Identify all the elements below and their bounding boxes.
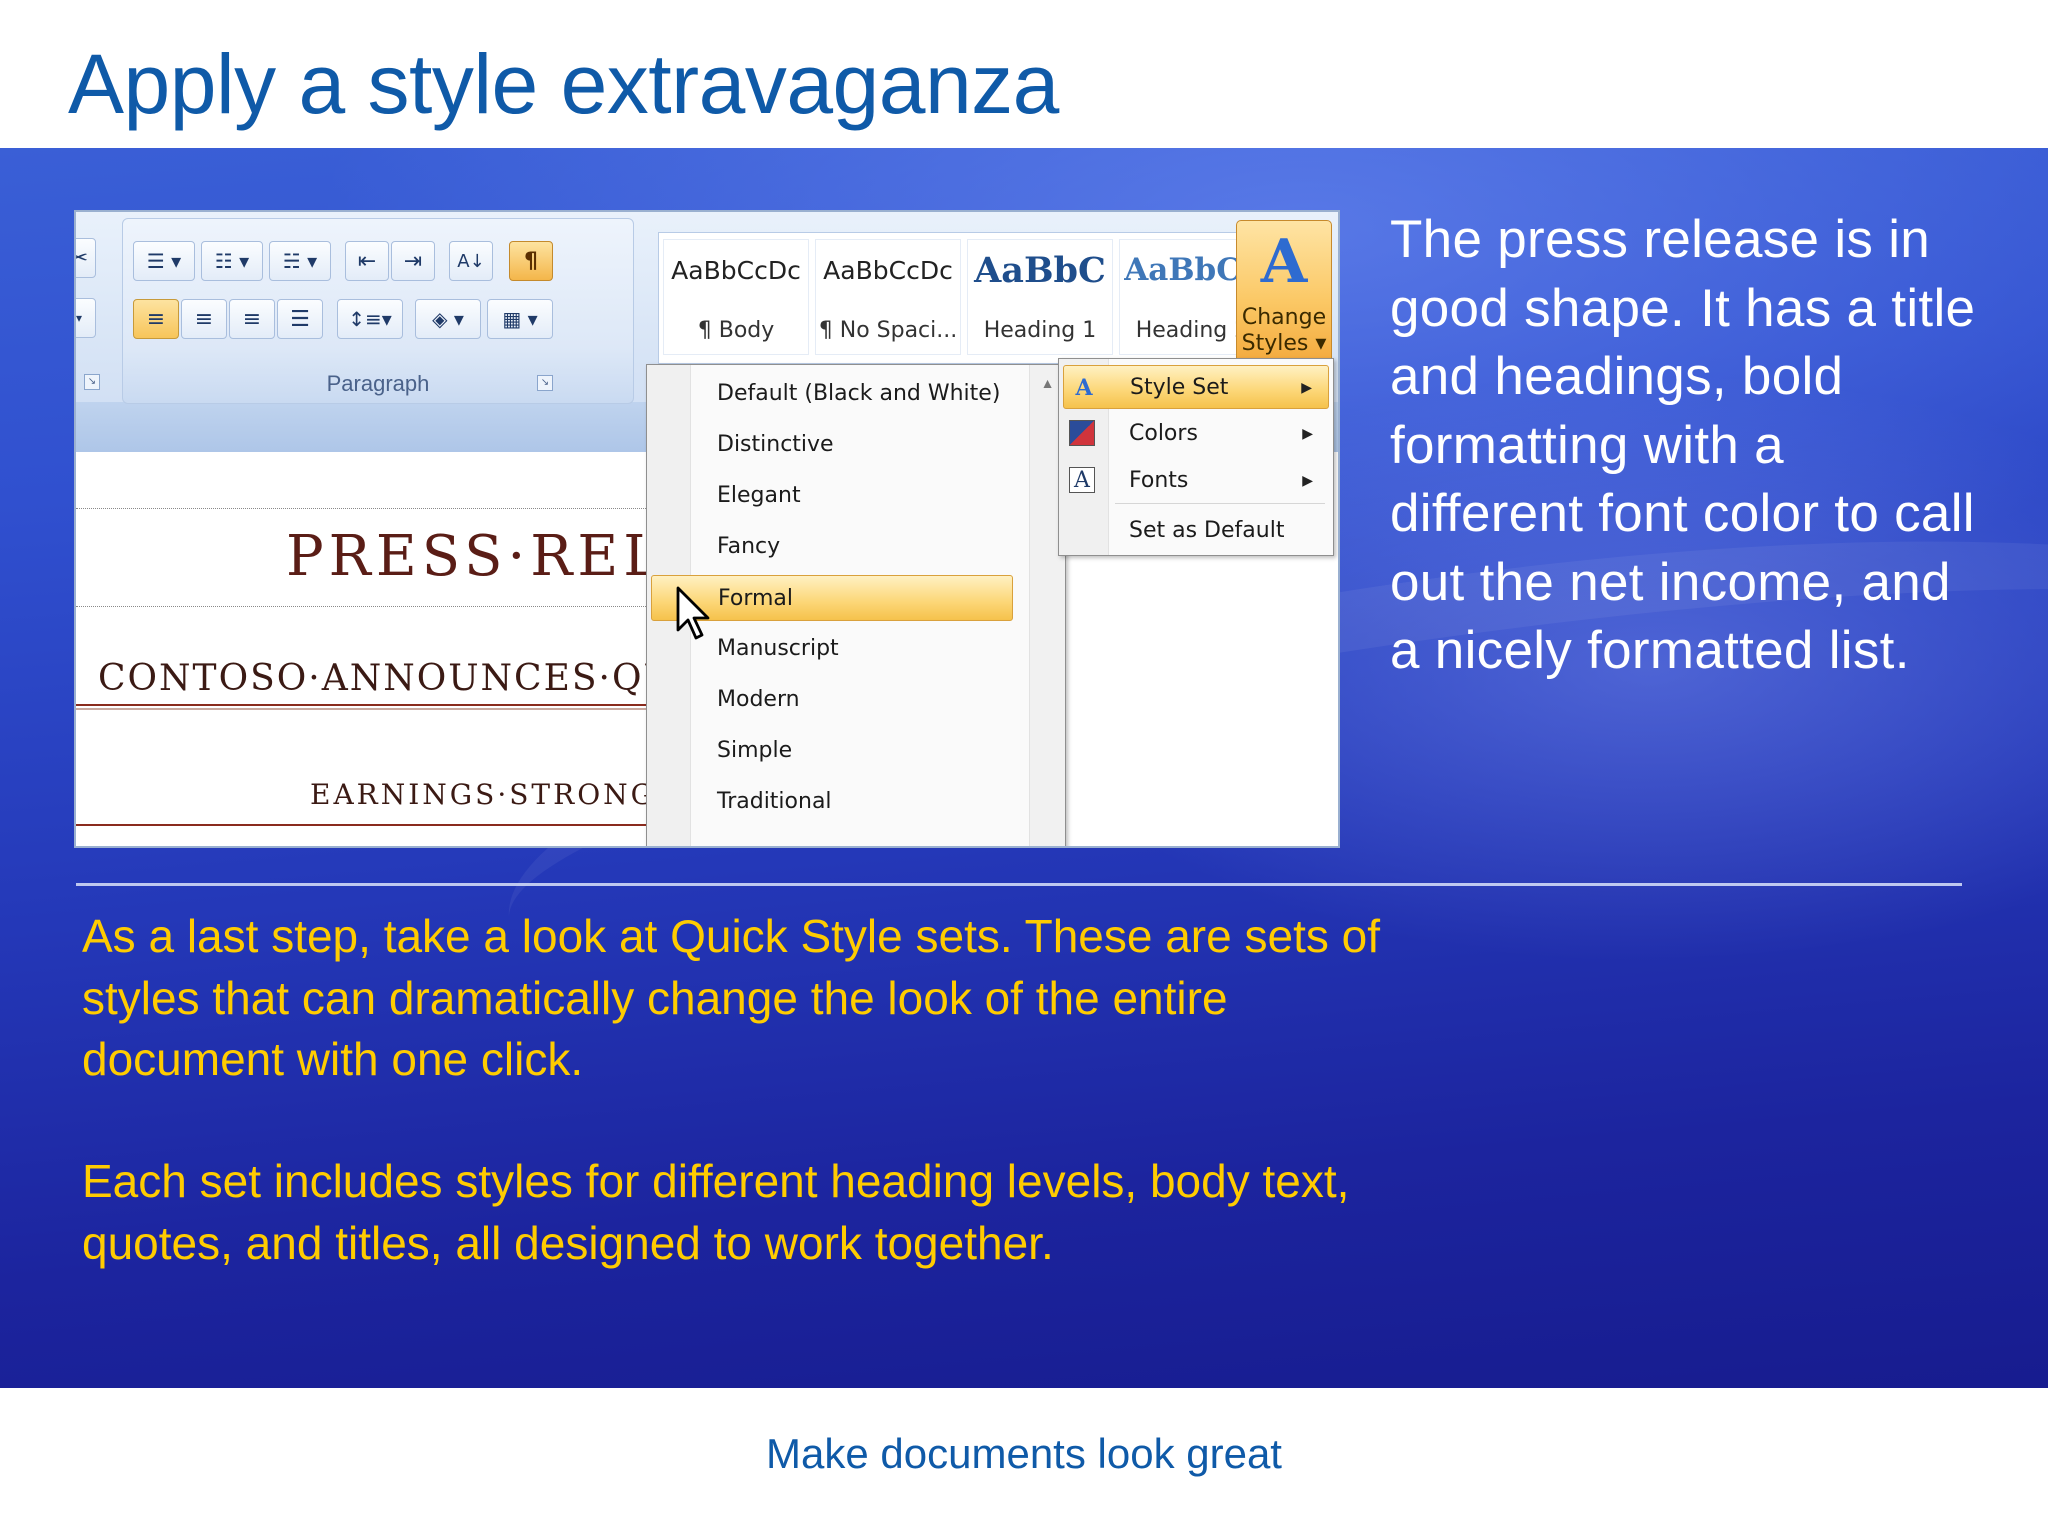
style-set-item-modern[interactable]: Modern [651, 677, 1013, 723]
quick-styles-gallery: AaBbCcDc ¶ Body AaBbCcDc ¶ No Spaci... A… [658, 232, 1302, 364]
menu-item-fonts[interactable]: A Fonts ▶ [1063, 459, 1329, 503]
multilevel-list-icon[interactable]: ☵ ▾ [269, 241, 331, 281]
align-right-icon[interactable]: ≡ [229, 299, 275, 339]
style-name: ¶ No Spaci... [818, 318, 958, 343]
heading-rule [76, 704, 676, 710]
menu-item-set-as-default[interactable]: Set as Default [1063, 509, 1329, 553]
slide-body-right: The press release is in good shape. It h… [1390, 210, 1976, 680]
style-sample: AaBbCcDc [671, 256, 801, 285]
font-dialog-launcher-icon[interactable]: ↘ [84, 374, 100, 390]
style-set-item-default[interactable]: Default (Black and White) [651, 371, 1013, 417]
style-set-item-traditional[interactable]: Traditional [651, 779, 1013, 825]
align-center-icon[interactable]: ≡ [181, 299, 227, 339]
style-set-item-fancy[interactable]: Fancy [651, 524, 1013, 570]
menu-item-colors[interactable]: Colors ▶ [1063, 412, 1329, 456]
change-styles-button[interactable]: A Change Styles ▾ [1236, 220, 1332, 368]
slide-paragraph-1: As a last step, take a look at Quick Sty… [82, 910, 1380, 1085]
document-title: PRESS·REL [286, 524, 666, 589]
divider-line [76, 883, 1962, 886]
style-set-item-elegant[interactable]: Elegant [651, 473, 1013, 519]
style-set-icon: A [1075, 375, 1093, 401]
style-set-item-distinctive[interactable]: Distinctive [651, 422, 1013, 468]
menu-item-label: Colors [1129, 421, 1198, 446]
paragraph-dialog-launcher-icon[interactable]: ↘ [537, 375, 553, 391]
style-set-item-simple[interactable]: Simple [651, 728, 1013, 774]
submenu-arrow-icon: ▶ [1301, 380, 1312, 396]
clipboard-edge-icon[interactable]: ✂ [76, 238, 96, 278]
style-sample: AaBbC [974, 250, 1106, 291]
menu-separator [1115, 503, 1325, 504]
style-tile-no-spacing[interactable]: AaBbCcDc ¶ No Spaci... [815, 239, 961, 355]
document-subheading: EARNINGS·STRONGE [310, 778, 680, 811]
change-styles-label-line2: Styles ▾ [1241, 331, 1327, 356]
style-name: ¶ Body [697, 318, 775, 343]
submenu-arrow-icon: ▶ [1302, 473, 1313, 489]
sort-icon[interactable]: A↓ [449, 241, 493, 281]
menu-item-label: Fonts [1129, 468, 1189, 493]
menu-item-style-set[interactable]: A Style Set ▶ [1063, 365, 1329, 409]
menu-item-label: Style Set [1130, 375, 1229, 400]
numbering-icon[interactable]: ☷ ▾ [201, 241, 263, 281]
subheading-rule [76, 824, 676, 826]
show-hide-pilcrow-button[interactable]: ¶ [509, 241, 553, 281]
mouse-cursor-icon [676, 586, 710, 640]
submenu-arrow-icon: ▶ [1302, 426, 1313, 442]
paragraph-group-label: Paragraph [326, 371, 430, 396]
bullets-icon[interactable]: ☰ ▾ [133, 241, 195, 281]
change-styles-menu: A Style Set ▶ Colors ▶ A Fonts ▶ Set as … [1058, 358, 1334, 556]
align-left-icon[interactable]: ≡ [133, 299, 179, 339]
change-styles-label: Change Styles ▾ [1237, 305, 1331, 357]
slide-paragraph-2: Each set includes styles for different h… [82, 1155, 1350, 1269]
style-sample: AaBbCcDc [823, 256, 953, 285]
change-styles-icon: A [1260, 227, 1308, 297]
shading-icon[interactable]: ◈ ▾ [415, 299, 481, 339]
document-heading: CONTOSO·ANNOUNCES·QUA [98, 658, 703, 699]
decrease-indent-icon[interactable]: ⇤ [345, 241, 389, 281]
slide-title: Apply a style extravaganza [68, 37, 1059, 131]
dotted-rule [76, 508, 676, 509]
word-screenshot: ✂ ▾ ☰ ▾ ☷ ▾ ☵ ▾ ⇤ ⇥ A↓ ¶ ≡ ≡ ≡ ☰ ↕≡▾ ◈ ▾… [74, 210, 1340, 848]
paragraph-group: ☰ ▾ ☷ ▾ ☵ ▾ ⇤ ⇥ A↓ ¶ ≡ ≡ ≡ ☰ ↕≡▾ ◈ ▾ ▦ ▾… [122, 218, 634, 404]
style-name: Heading 1 [983, 318, 1097, 343]
style-tile-body[interactable]: AaBbCcDc ¶ Body [663, 239, 809, 355]
borders-icon[interactable]: ▦ ▾ [487, 299, 553, 339]
line-spacing-icon[interactable]: ↕≡▾ [337, 299, 403, 339]
style-tile-heading-1[interactable]: AaBbC Heading 1 [967, 239, 1113, 355]
dotted-rule [76, 606, 676, 607]
slide-footer: Make documents look great [766, 1430, 1282, 1477]
font-dropdown-edge[interactable]: ▾ [76, 298, 96, 338]
menu-item-label: Set as Default [1129, 518, 1285, 543]
fonts-icon: A [1069, 467, 1095, 493]
justify-icon[interactable]: ☰ [277, 299, 323, 339]
change-styles-label-line1: Change [1241, 305, 1327, 330]
colors-icon [1069, 420, 1095, 446]
increase-indent-icon[interactable]: ⇥ [391, 241, 435, 281]
